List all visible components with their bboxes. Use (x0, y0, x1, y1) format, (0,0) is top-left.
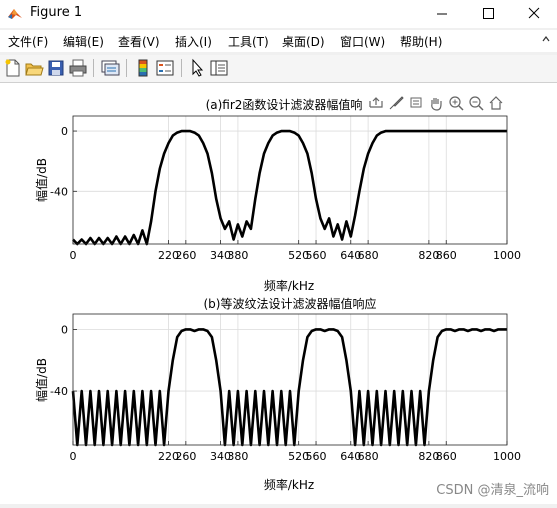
open-file-icon (25, 63, 44, 76)
property-inspector-icon (210, 60, 228, 76)
print-icon (69, 59, 87, 77)
save-icon (48, 60, 64, 76)
menu-bar: 文件(F) 编辑(E) 查看(V) 插入(I) 工具(T) 桌面(D) 窗口(W… (0, 30, 557, 52)
export-icon[interactable] (369, 97, 383, 108)
zoom-in-icon[interactable] (449, 96, 464, 111)
edit-plot-button[interactable] (188, 58, 208, 78)
close-button[interactable] (511, 0, 557, 28)
open-file-button[interactable] (24, 58, 44, 78)
window-title-bar: Figure 1 (0, 0, 557, 28)
new-figure-icon (5, 59, 20, 77)
x-tick-label: 680 (358, 450, 379, 463)
x-tick-label: 0 (70, 249, 77, 262)
x-tick-label: 260 (175, 249, 196, 262)
menu-tools[interactable]: 工具(T) (228, 33, 269, 50)
print-button[interactable] (68, 58, 88, 78)
new-figure-button[interactable] (3, 58, 23, 78)
figure-plot-area[interactable]: (a)fir2函数设计滤波器幅值响 0 220260 340380 520560 640… (0, 83, 557, 504)
minimize-button[interactable] (419, 0, 465, 28)
property-inspector-button[interactable] (209, 58, 229, 78)
subplot-a-plot-area (73, 116, 507, 244)
menu-view[interactable]: 查看(V) (118, 33, 160, 50)
x-tick-label: 560 (306, 450, 327, 463)
link-plot-icon (101, 60, 120, 76)
insert-legend-icon (156, 60, 174, 76)
figure-canvas: (a)fir2函数设计滤波器幅值响 0 220 260 340 380 520 560 640… (0, 83, 557, 504)
menu-desktop[interactable]: 桌面(D) (282, 33, 325, 50)
x-tick-label: 680 (358, 249, 379, 262)
home-icon[interactable] (489, 96, 503, 110)
menu-edit[interactable]: 编辑(E) (63, 33, 104, 50)
subplot-b-xlabel: 频率/kHz (264, 477, 314, 492)
y-tick-label: -40 (50, 185, 68, 198)
close-icon (528, 7, 540, 19)
x-tick-label: 380 (227, 450, 248, 463)
subplot-b[interactable]: (b)等波纹法设计滤波器幅值响应 0 220260 340380 520560 6406… (34, 296, 521, 492)
insert-legend-button[interactable] (155, 58, 175, 78)
axes-toolbar (369, 96, 503, 111)
figure-toolbar (0, 55, 557, 83)
subplot-a[interactable]: (a)fir2函数设计滤波器幅值响 0 220260 340380 520560 640… (34, 96, 521, 293)
menu-expand-chevron-icon[interactable] (541, 34, 551, 44)
menu-insert[interactable]: 插入(I) (175, 33, 212, 50)
subplot-a-xlabel: 频率/kHz (264, 278, 314, 293)
save-button[interactable] (46, 58, 66, 78)
toolbar-separator (126, 59, 127, 77)
window-title: Figure 1 (30, 5, 83, 20)
x-tick-label: 860 (436, 249, 457, 262)
zoom-out-icon[interactable] (469, 96, 484, 111)
insert-colorbar-icon (138, 59, 148, 77)
toolbar-separator (93, 59, 94, 77)
x-tick-label: 560 (306, 249, 327, 262)
menu-help[interactable]: 帮助(H) (400, 33, 442, 50)
x-tick-label: 260 (175, 450, 196, 463)
menu-window[interactable]: 窗口(W) (340, 33, 385, 50)
y-tick-label: -40 (50, 385, 68, 398)
pan-icon[interactable] (431, 98, 442, 111)
insert-colorbar-button[interactable] (133, 58, 153, 78)
link-plot-button[interactable] (100, 58, 120, 78)
x-tick-label: 1000 (493, 450, 521, 463)
maximize-icon (483, 8, 494, 19)
menu-file[interactable]: 文件(F) (8, 33, 48, 50)
x-tick-label: 380 (227, 249, 248, 262)
y-tick-label: 0 (61, 125, 68, 138)
subplot-b-plot-area (73, 314, 507, 445)
toolbar-separator (181, 59, 182, 77)
x-tick-label: 0 (70, 450, 77, 463)
edit-plot-arrow-icon (192, 58, 204, 77)
minimize-icon (437, 13, 447, 15)
x-tick-label: 860 (436, 450, 457, 463)
datatip-icon[interactable] (410, 97, 422, 108)
x-tick-label: 1000 (493, 249, 521, 262)
watermark: CSDN @清泉_流响 (436, 483, 549, 498)
maximize-button[interactable] (465, 0, 511, 28)
y-tick-label: 0 (61, 323, 68, 336)
subplot-b-title: (b)等波纹法设计滤波器幅值响应 (204, 296, 377, 311)
brush-icon[interactable] (389, 96, 404, 110)
matlab-logo-icon (8, 9, 22, 19)
subplot-a-ylabel: 幅值/dB (34, 158, 49, 202)
subplot-b-ylabel: 幅值/dB (34, 358, 49, 402)
subplot-a-title: (a)fir2函数设计滤波器幅值响 (206, 97, 363, 112)
